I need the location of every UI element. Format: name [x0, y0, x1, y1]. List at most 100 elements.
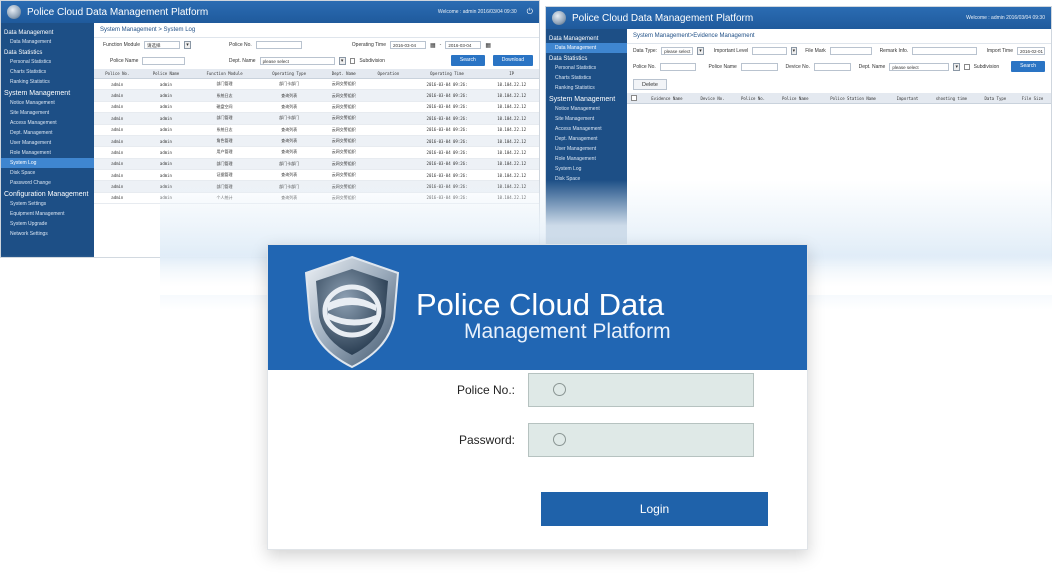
column-header[interactable]: Police No.	[94, 69, 141, 79]
sidebar-item[interactable]: Equipment Management	[1, 209, 94, 219]
police-no-input[interactable]	[255, 41, 302, 49]
column-header[interactable]: IP	[484, 69, 539, 79]
police-name-label: Police Name	[708, 63, 737, 70]
column-header[interactable]: shooting time	[925, 93, 977, 104]
police-name-input[interactable]	[740, 62, 778, 71]
subdivision-checkbox[interactable]	[963, 63, 970, 70]
sidebar-item[interactable]: Data Management	[1, 37, 94, 47]
sidebar-item[interactable]: System Settings	[1, 199, 94, 209]
sidebar-item[interactable]: Notice Management	[1, 98, 94, 108]
column-header[interactable]: Operation	[367, 69, 410, 79]
download-button[interactable]: Download	[492, 55, 534, 66]
sidebar-item[interactable]: User Management	[1, 138, 94, 148]
sidebar-item[interactable]: Access Management	[546, 124, 627, 134]
chevron-down-icon[interactable]: ▾	[790, 47, 798, 55]
sidebar-item[interactable]: Personal Statistics	[1, 57, 94, 67]
dept-name-select[interactable]: please select	[889, 62, 950, 71]
column-header[interactable]: File Size	[1013, 93, 1051, 104]
column-header[interactable]: Police Station Name	[817, 93, 889, 104]
table-row[interactable]: adminadmin部门管理部门卡部门云网交警组织2016-03-04 09:2…	[94, 112, 539, 125]
sidebar-group[interactable]: Data Statistics	[1, 47, 94, 57]
table-row[interactable]: admin admin 磁盘空间 查询列表 云网交警组织 2016-03-04 09:26…	[94, 101, 539, 114]
column-header[interactable]: Police No.	[732, 93, 774, 104]
sidebar-item[interactable]: Charts Statistics	[1, 67, 94, 77]
sidebar-item[interactable]: System Log	[1, 158, 94, 168]
column-header[interactable]: Police Name	[773, 93, 818, 104]
police-name-input[interactable]	[142, 56, 185, 65]
sidebar-item[interactable]: Dept. Management	[1, 128, 94, 138]
sidebar-item[interactable]: Data Management	[546, 43, 627, 53]
sidebar-item[interactable]: Personal Statistics	[546, 63, 627, 73]
column-header[interactable]: Operating Time	[409, 69, 485, 79]
login-title-line2: Management Platform	[464, 320, 671, 343]
table-cell: admin	[94, 180, 141, 193]
important-level-select[interactable]	[752, 47, 787, 55]
sidebar-item[interactable]: System Upgrade	[1, 219, 94, 229]
column-header[interactable]: Function Module	[191, 69, 258, 79]
calendar-icon[interactable]: ▦	[430, 42, 436, 49]
chevron-down-icon[interactable]: ▾	[697, 47, 704, 55]
sidebar-item[interactable]: Notice Management	[546, 104, 627, 114]
data-type-select[interactable]: please select	[661, 47, 694, 55]
sidebar-item[interactable]: Site Management	[546, 114, 627, 124]
sidebar-item[interactable]: Network Settings	[1, 229, 94, 239]
sidebar-item[interactable]: Password Change	[1, 178, 94, 188]
calendar-icon[interactable]: ▦	[485, 42, 491, 49]
sidebar-group[interactable]: Configuration Management	[1, 188, 94, 199]
delete-button[interactable]: Delete	[633, 79, 667, 90]
sidebar-item[interactable]: Dept. Management	[546, 134, 627, 144]
column-header[interactable]: Data Type	[976, 93, 1014, 104]
table-row[interactable]: adminadmin部门管理部门卡部门云网交警组织2016-03-04 09:2…	[94, 158, 539, 171]
device-no-input[interactable]	[813, 62, 851, 71]
sidebar-item[interactable]: Access Management	[1, 118, 94, 128]
column-header[interactable]: Evidence Name	[641, 93, 693, 104]
table-cell: admin	[140, 112, 192, 125]
shield-logo-icon	[304, 255, 400, 369]
search-button[interactable]: Search	[1011, 61, 1045, 72]
sidebar-group[interactable]: Data Management	[546, 33, 627, 43]
search-button[interactable]: Search	[450, 55, 485, 66]
table-row[interactable]: admin admin 角色管理 查询列表 云网交警组织 2016-03-04 09:26…	[94, 135, 539, 148]
column-header[interactable]: Police Name	[140, 69, 192, 79]
subdivision-checkbox[interactable]	[349, 57, 356, 64]
police-no-input[interactable]	[659, 62, 697, 71]
sidebar-item[interactable]: User Management	[546, 144, 627, 154]
sidebar-item[interactable]: Ranking Statistics	[546, 83, 627, 93]
table-row[interactable]: admin admin 用户管理 查询列表 云网交警组织 2016-03-04 09:26…	[94, 146, 539, 159]
column-header[interactable]: Important	[888, 93, 926, 104]
chevron-down-icon[interactable]: ▾	[338, 56, 346, 65]
dept-name-select[interactable]: please select	[259, 56, 335, 65]
table-row[interactable]: admin admin 系统日志 查询列表 云网交警组织 2016-03-04 09:26…	[94, 124, 539, 136]
function-module-select[interactable]: 请选择	[144, 41, 180, 49]
checkbox[interactable]	[631, 95, 638, 101]
sidebar-item[interactable]: Disk Space	[1, 168, 94, 178]
file-mark-input[interactable]	[829, 47, 872, 55]
sidebar-group[interactable]: System Management	[1, 87, 94, 98]
time-from-input[interactable]: 2016-03-04	[389, 41, 426, 49]
table-row[interactable]: adminadmin部门管理部门卡部门云网交警组织2016-03-04 09:2…	[94, 78, 539, 91]
import-time-input[interactable]: 2016-02-01	[1016, 47, 1045, 55]
sidebar-item[interactable]: Charts Statistics	[546, 73, 627, 83]
login-button[interactable]: Login	[541, 492, 768, 526]
table-cell: admin	[94, 78, 141, 91]
sidebar-item[interactable]: Role Management	[546, 154, 627, 164]
sidebar-item[interactable]: Site Management	[1, 108, 94, 118]
time-to-input[interactable]: 2016-03-04	[445, 41, 482, 49]
sidebar-group[interactable]: Data Management	[1, 27, 94, 37]
sidebar-group[interactable]: System Management	[546, 93, 627, 104]
sidebar-item[interactable]: System Log	[546, 164, 627, 174]
chevron-down-icon[interactable]: ▾	[953, 62, 960, 71]
remark-info-input[interactable]	[912, 47, 977, 55]
sidebar-group[interactable]: Data Statistics	[546, 53, 627, 63]
column-header[interactable]: Operating Type	[257, 69, 321, 79]
select-all-checkbox[interactable]	[627, 93, 642, 104]
police-name-label: Police Name	[110, 57, 139, 64]
power-icon[interactable]: ⏻	[527, 7, 533, 17]
sidebar-item[interactable]: Role Management	[1, 148, 94, 158]
chevron-down-icon[interactable]: ▾	[184, 41, 191, 49]
table-row[interactable]: admin admin 系统日志 查询列表 云网交警组织 2016-03-04 09:26…	[94, 89, 539, 102]
table-cell: 云网交警组织	[320, 78, 368, 91]
column-header[interactable]: Device No.	[692, 93, 733, 104]
sidebar-item[interactable]: Ranking Statistics	[1, 77, 94, 87]
column-header[interactable]: Dept. Name	[320, 69, 368, 79]
